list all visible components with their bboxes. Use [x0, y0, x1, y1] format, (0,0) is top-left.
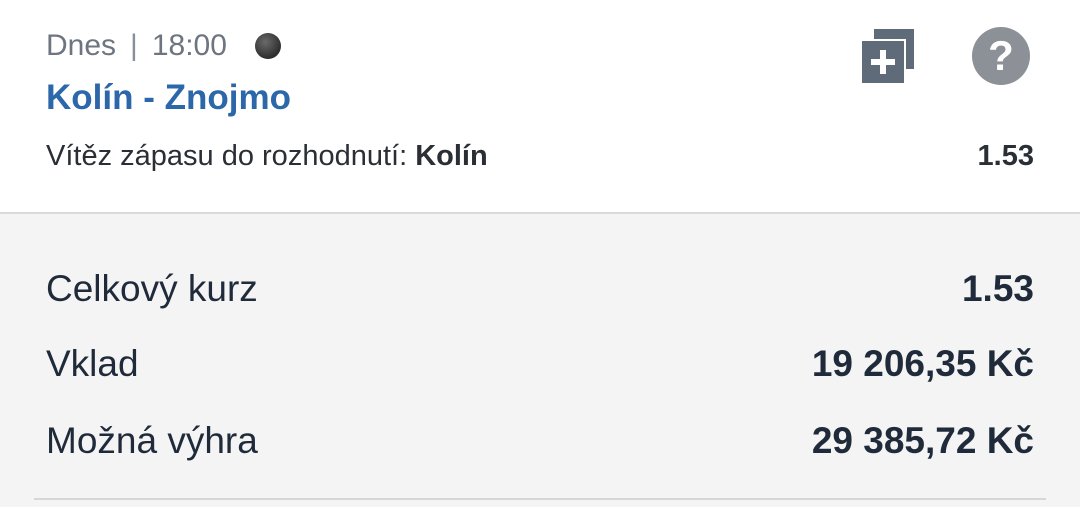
- selection-name: Kolín: [415, 139, 488, 172]
- possible-win-label: Možná výhra: [46, 420, 258, 461]
- match-day: Dnes: [46, 29, 117, 62]
- bet-selection-row: Vítěz zápasu do rozhodnutí: Kolín 1.53: [46, 136, 1034, 176]
- total-odds-label: Celkový kurz: [46, 268, 258, 309]
- divider: [34, 498, 1046, 500]
- stake-row: Vklad 19 206,35 Kč: [46, 341, 1034, 387]
- add-to-ticket-icon[interactable]: [860, 27, 916, 83]
- bet-match-card: Dnes | 18:00 Kolín - Znojmo Vítěz zápasu…: [0, 0, 1080, 214]
- possible-win-row: Možná výhra 29 385,72 Kč: [46, 418, 1034, 464]
- stake-label: Vklad: [46, 343, 139, 384]
- market-label: Vítěz zápasu do rozhodnutí:: [46, 139, 408, 172]
- help-icon[interactable]: ?: [972, 27, 1030, 85]
- meta-separator: |: [130, 29, 138, 62]
- bet-selection: Vítěz zápasu do rozhodnutí: Kolín: [46, 140, 488, 173]
- possible-win-value: 29 385,72 Kč: [811, 420, 1034, 461]
- match-time: 18:00: [151, 29, 227, 62]
- live-indicator-icon: [254, 33, 281, 59]
- match-meta: Dnes | 18:00: [46, 26, 281, 66]
- help-glyph: ?: [988, 32, 1014, 79]
- selection-odd: 1.53: [977, 139, 1034, 172]
- total-odds-row: Celkový kurz 1.53: [46, 266, 1034, 312]
- total-odds-value: 1.53: [961, 268, 1034, 309]
- stake-value: 19 206,35 Kč: [811, 343, 1034, 384]
- match-teams-link[interactable]: Kolín - Znojmo: [46, 78, 291, 118]
